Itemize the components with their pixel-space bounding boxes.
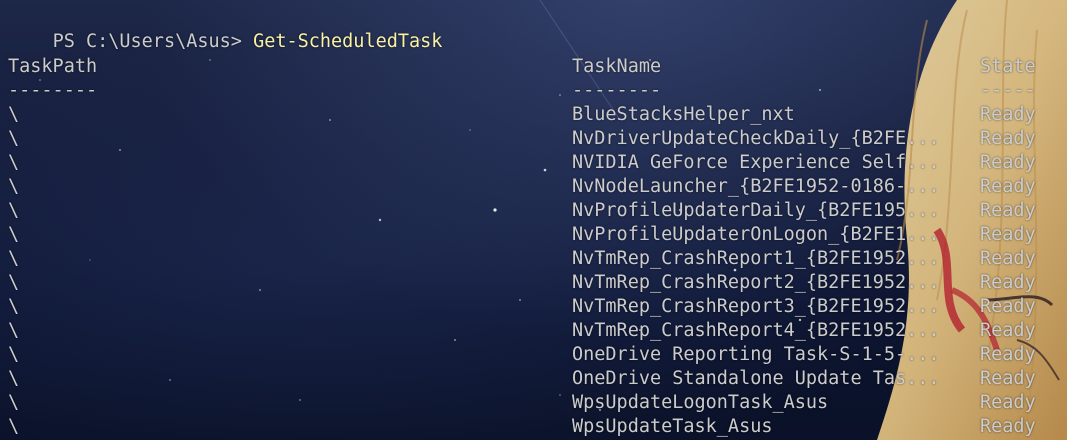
task-path: \ <box>8 176 20 197</box>
table-row: \ NvNodeLauncher_{B2FE1952-0186-... Read… <box>0 175 1067 199</box>
table-row: \ NvTmRep_CrashReport3_{B2FE1952... Read… <box>0 295 1067 319</box>
table-row: \ WpsUpdateTask_Asus Ready <box>0 415 1067 439</box>
underline-taskname: -------- <box>572 80 662 101</box>
task-path: \ <box>8 368 20 389</box>
task-name: NvNodeLauncher_{B2FE1952-0186-... <box>572 176 940 197</box>
task-name: NvDriverUpdateCheckDaily_{B2FE... <box>572 128 940 149</box>
task-state: Ready <box>980 248 1036 269</box>
task-name: OneDrive Standalone Update Tas... <box>572 368 940 389</box>
task-state: Ready <box>980 128 1036 149</box>
table-row: \ WpsUpdateLogonTask_Asus Ready <box>0 391 1067 415</box>
table-row: \ NvDriverUpdateCheckDaily_{B2FE... Read… <box>0 127 1067 151</box>
task-name: NvTmRep_CrashReport4_{B2FE1952... <box>572 320 940 341</box>
task-path: \ <box>8 320 20 341</box>
prompt-prefix: PS C:\Users\Asus> <box>52 31 242 52</box>
table-underline-row: -------- -------- ----- <box>0 79 1067 103</box>
task-name: NvTmRep_CrashReport2_{B2FE1952... <box>572 272 940 293</box>
underline-taskpath: -------- <box>8 80 98 101</box>
task-name: NVIDIA GeForce Experience Self... <box>572 152 940 173</box>
task-state: Ready <box>980 224 1036 245</box>
table-row: \ NvTmRep_CrashReport1_{B2FE1952... Read… <box>0 247 1067 271</box>
task-name: WpsUpdateTask_Asus <box>572 416 773 437</box>
task-name: BlueStacksHelper_nxt <box>572 104 795 125</box>
header-taskpath: TaskPath <box>8 56 98 77</box>
task-path: \ <box>8 128 20 149</box>
table-row: \ NvTmRep_CrashReport2_{B2FE1952... Read… <box>0 271 1067 295</box>
task-state: Ready <box>980 368 1036 389</box>
table-row: \ NvProfileUpdaterOnLogon_{B2FE1... Read… <box>0 223 1067 247</box>
task-state: Ready <box>980 392 1036 413</box>
task-state: Ready <box>980 296 1036 317</box>
table-row: \ BlueStacksHelper_nxt Ready <box>0 103 1067 127</box>
task-state: Ready <box>980 200 1036 221</box>
task-state: Ready <box>980 320 1036 341</box>
task-state: Ready <box>980 272 1036 293</box>
header-taskname: TaskName <box>572 56 662 77</box>
prompt-line: PS C:\Users\Asus> Get-ScheduledTask <box>8 6 443 52</box>
task-path: \ <box>8 104 20 125</box>
task-name: NvTmRep_CrashReport1_{B2FE1952... <box>572 248 940 269</box>
task-path: \ <box>8 248 20 269</box>
task-state: Ready <box>980 176 1036 197</box>
terminal-window[interactable]: PS C:\Users\Asus> Get-ScheduledTask Task… <box>0 0 1067 440</box>
table-row: \ OneDrive Reporting Task-S-1-5-... Read… <box>0 343 1067 367</box>
task-path: \ <box>8 200 20 221</box>
task-name: NvTmRep_CrashReport3_{B2FE1952... <box>572 296 940 317</box>
task-name: OneDrive Reporting Task-S-1-5-... <box>572 344 940 365</box>
task-path: \ <box>8 392 20 413</box>
header-state: State <box>980 56 1036 77</box>
task-name: NvProfileUpdaterOnLogon_{B2FE1... <box>572 224 940 245</box>
task-name: WpsUpdateLogonTask_Asus <box>572 392 829 413</box>
table-row: \ NvTmRep_CrashReport4_{B2FE1952... Read… <box>0 319 1067 343</box>
table-header-row: TaskPath TaskName State <box>0 55 1067 79</box>
table-row: \ NVIDIA GeForce Experience Self... Read… <box>0 151 1067 175</box>
task-state: Ready <box>980 416 1036 437</box>
task-path: \ <box>8 296 20 317</box>
table-row: \ OneDrive Standalone Update Tas... Read… <box>0 367 1067 391</box>
task-path: \ <box>8 416 20 437</box>
task-path: \ <box>8 224 20 245</box>
task-state: Ready <box>980 104 1036 125</box>
underline-state: ----- <box>980 80 1036 101</box>
task-name: NvProfileUpdaterDaily_{B2FE195... <box>572 200 940 221</box>
task-path: \ <box>8 152 20 173</box>
task-path: \ <box>8 272 20 293</box>
command-text[interactable]: Get-ScheduledTask <box>253 31 442 52</box>
task-state: Ready <box>980 152 1036 173</box>
task-path: \ <box>8 344 20 365</box>
table-row: \ NvProfileUpdaterDaily_{B2FE195... Read… <box>0 199 1067 223</box>
task-state: Ready <box>980 344 1036 365</box>
